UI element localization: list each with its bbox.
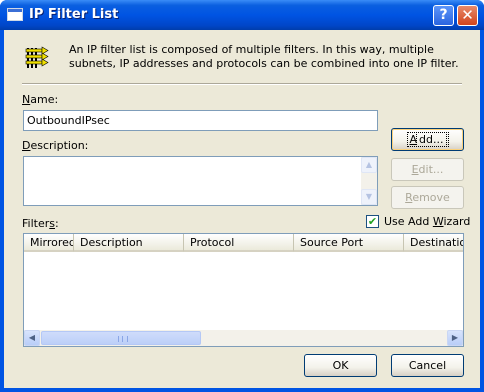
- use-add-wizard-label[interactable]: Use Add Wizard: [384, 215, 470, 228]
- description-scrollbar[interactable]: ▲ ▼: [361, 157, 377, 205]
- close-icon: ✕: [461, 6, 474, 24]
- use-add-wizard-checkbox[interactable]: ✔: [366, 215, 379, 228]
- grip-icon: [118, 336, 128, 342]
- scroll-down-icon[interactable]: ▼: [361, 189, 377, 205]
- column-header-source-port[interactable]: Source Port: [294, 234, 404, 252]
- ok-button[interactable]: OK: [304, 354, 377, 377]
- add-button[interactable]: Add...: [391, 128, 464, 151]
- description-label: Description:: [22, 139, 89, 152]
- filters-horizontal-scrollbar[interactable]: ◀ ▶: [24, 330, 463, 346]
- description-field[interactable]: ▲ ▼: [23, 156, 378, 206]
- column-header-mirrored[interactable]: Mirrored: [24, 234, 74, 252]
- name-field[interactable]: [23, 110, 378, 131]
- remove-button[interactable]: Remove: [391, 186, 464, 209]
- name-input[interactable]: [24, 111, 377, 130]
- column-header-description[interactable]: Description: [74, 234, 184, 252]
- filter-list-icon: [25, 46, 49, 68]
- separator: [22, 83, 462, 85]
- help-button[interactable]: ?: [433, 5, 454, 26]
- filters-list[interactable]: Mirrored Description Protocol Source Por…: [23, 233, 464, 347]
- scroll-left-icon[interactable]: ◀: [24, 330, 40, 346]
- info-text: An IP filter list is composed of multipl…: [69, 43, 459, 70]
- title-bar[interactable]: IP Filter List ? ✕: [0, 0, 484, 30]
- dialog-window: IP Filter List ? ✕ An IP filter list is …: [0, 0, 484, 392]
- name-label: Name:: [22, 93, 59, 106]
- window-icon: [7, 8, 23, 21]
- scroll-up-icon[interactable]: ▲: [361, 157, 377, 173]
- column-header-protocol[interactable]: Protocol: [184, 234, 294, 252]
- window-title: IP Filter List: [29, 7, 119, 22]
- close-button[interactable]: ✕: [457, 5, 478, 26]
- scroll-thumb[interactable]: [41, 331, 201, 345]
- column-header-destination[interactable]: Destination: [404, 234, 463, 252]
- filters-label: Filters:: [22, 217, 59, 230]
- edit-button[interactable]: Edit...: [391, 158, 464, 181]
- cancel-button[interactable]: Cancel: [391, 354, 464, 377]
- scroll-right-icon[interactable]: ▶: [447, 330, 463, 346]
- dialog-body: An IP filter list is composed of multipl…: [4, 30, 480, 388]
- help-icon: ?: [439, 7, 448, 23]
